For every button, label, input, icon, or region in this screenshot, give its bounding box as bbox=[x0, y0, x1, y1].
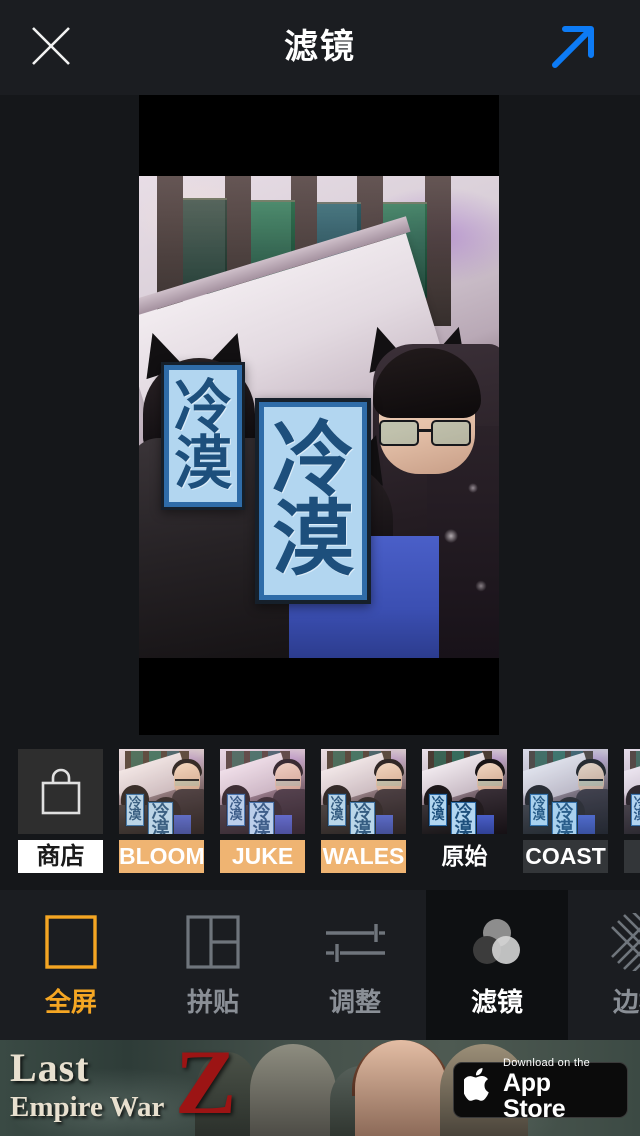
filter-thumbnail: 冷漠冷漠 bbox=[321, 749, 406, 834]
filter-thumbnail: 冷漠冷漠 bbox=[523, 749, 608, 834]
filter-item-WALES[interactable]: 冷漠冷漠 WALES bbox=[321, 749, 406, 873]
nav-tab-label: 边框 bbox=[612, 986, 640, 1017]
adjust-sliders-icon bbox=[324, 912, 386, 972]
filter-item-next[interactable]: 冷漠冷漠 bbox=[624, 749, 640, 873]
shopping-bag-icon bbox=[41, 768, 80, 814]
sticker-char: 漠 bbox=[173, 429, 232, 497]
filter-editor-screen: 滤镜 冷 漠 冷 漠 商店 冷 漠 冷 漠 BLOOM 冷 漠 冷 漠 JUKE… bbox=[0, 0, 640, 1136]
ad-title-line2: Empire War bbox=[10, 1091, 165, 1123]
filter-thumbnail: 冷漠冷漠 bbox=[119, 749, 204, 834]
filter-preview-image: 冷漠冷漠 bbox=[119, 749, 204, 834]
nav-tab-label: 调整 bbox=[328, 986, 381, 1017]
ad-title-line1: Last bbox=[10, 1045, 90, 1090]
photo-canvas[interactable]: 冷 漠 冷 漠 bbox=[139, 95, 499, 735]
filter-thumbnail: 冷漠冷漠 bbox=[624, 749, 640, 834]
app-store-text: Download on the App Store bbox=[503, 1056, 617, 1123]
edited-photo: 冷 漠 冷 漠 bbox=[139, 176, 499, 658]
filter-label: JUKE bbox=[220, 840, 305, 873]
preview-stage: 冷 漠 冷 漠 bbox=[0, 95, 640, 735]
app-store-badge[interactable]: Download on the App Store bbox=[453, 1057, 628, 1122]
shop-thumbnail bbox=[18, 749, 103, 834]
filter-label: WALES bbox=[321, 840, 406, 873]
nav-tab-滤镜[interactable]: 滤镜 bbox=[426, 890, 568, 1040]
nav-tab-拼贴[interactable]: 拼贴 bbox=[142, 890, 284, 1040]
bottom-toolbar: 全屏 拼贴 调整 滤镜 边框 bbox=[0, 890, 640, 1040]
ad-character bbox=[355, 1040, 447, 1136]
border-hatch-icon bbox=[610, 912, 640, 972]
filter-track: 商店冷漠冷漠 BLOOM 冷漠冷漠 JUKE 冷漠冷漠 WALES 冷漠冷漠原始冷漠冷漠 CO… bbox=[18, 749, 640, 873]
sticker-char: 冷 bbox=[271, 413, 354, 509]
filter-thumbnail: 冷漠冷漠 bbox=[422, 749, 507, 834]
filter-circles-icon bbox=[468, 912, 526, 972]
filter-label: COAST bbox=[523, 840, 608, 873]
app-store-label: App Store bbox=[503, 1068, 566, 1123]
filter-item-BLOOM[interactable]: 冷漠冷漠 BLOOM bbox=[119, 749, 204, 873]
sticker-char: 冷 bbox=[173, 373, 232, 442]
filter-item-COAST[interactable]: 冷漠冷漠 COAST bbox=[523, 749, 608, 873]
filter-label bbox=[624, 840, 640, 873]
nav-tab-调整[interactable]: 调整 bbox=[284, 890, 426, 1040]
sticker-char: 漠 bbox=[271, 492, 354, 587]
page-title: 滤镜 bbox=[284, 28, 356, 66]
filter-preview-image: 冷漠冷漠 bbox=[220, 749, 305, 834]
share-arrow-icon[interactable] bbox=[548, 20, 600, 72]
nav-tab-全屏[interactable]: 全屏 bbox=[0, 890, 142, 1040]
filter-label: 商店 bbox=[18, 840, 103, 873]
nav-tab-label: 拼贴 bbox=[186, 986, 239, 1017]
sticker-placard-small[interactable]: 冷 漠 bbox=[161, 362, 245, 510]
nav-tab-label: 全屏 bbox=[44, 986, 97, 1017]
app-header: 滤镜 bbox=[0, 0, 640, 95]
filter-item-原始[interactable]: 冷漠冷漠原始 bbox=[422, 749, 507, 873]
filter-label: BLOOM bbox=[119, 840, 204, 873]
filter-preview-image: 冷漠冷漠 bbox=[523, 749, 608, 834]
filter-carousel[interactable]: 商店冷漠冷漠 BLOOM 冷漠冷漠 JUKE 冷漠冷漠 WALES 冷漠冷漠原始冷漠冷漠 CO… bbox=[0, 735, 640, 890]
download-label: Download on the bbox=[503, 1056, 591, 1069]
filter-thumbnail: 冷漠冷漠 bbox=[220, 749, 305, 834]
filter-preview-image: 冷漠冷漠 bbox=[321, 749, 406, 834]
filter-preview-image: 冷漠冷漠 bbox=[624, 749, 640, 834]
filter-label: 原始 bbox=[441, 843, 488, 869]
filter-item-JUKE[interactable]: 冷漠冷漠 JUKE bbox=[220, 749, 305, 873]
ad-character bbox=[250, 1044, 336, 1136]
filter-preview-image: 冷漠冷漠 bbox=[422, 749, 507, 834]
nav-tab-label: 滤镜 bbox=[470, 986, 523, 1017]
nav-tab-边框[interactable]: 边框 bbox=[568, 890, 640, 1040]
filter-shop-button[interactable]: 商店 bbox=[18, 749, 103, 873]
ad-banner[interactable]: Z Last Empire War Download on the App St… bbox=[0, 1040, 640, 1136]
fullscreen-square-icon bbox=[42, 912, 100, 972]
ad-title: Last Empire War bbox=[10, 1048, 260, 1122]
sticker-placard-large[interactable]: 冷 漠 bbox=[255, 398, 371, 604]
collage-grid-icon bbox=[184, 912, 242, 972]
apple-logo-icon bbox=[462, 1066, 494, 1109]
